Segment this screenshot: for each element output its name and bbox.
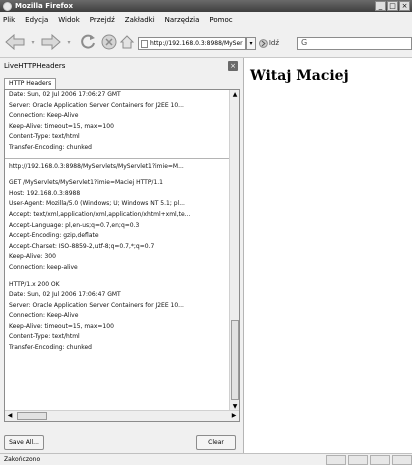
back-arrow-icon bbox=[5, 34, 25, 50]
sidebar-title: LiveHTTPHeaders bbox=[4, 62, 66, 70]
list-item: Date: Sun, 02 Jul 2006 17:06:27 GMT bbox=[9, 91, 121, 98]
list-item: Connection: Keep-Alive bbox=[9, 112, 79, 120]
status-indicators bbox=[326, 455, 412, 465]
menu-view[interactable]: Widok bbox=[58, 16, 80, 24]
list-item: Connection: keep-alive bbox=[9, 263, 78, 271]
forward-dropdown-icon[interactable]: ▾ bbox=[64, 33, 74, 51]
page-icon bbox=[141, 40, 148, 48]
menu-edit[interactable]: Edycja bbox=[25, 16, 48, 24]
list-item: Server: Oracle Application Server Contai… bbox=[9, 101, 184, 109]
request-url-row: http://192.168.0.3:8988/MyServlets/MySer… bbox=[9, 162, 184, 170]
reload-icon bbox=[81, 34, 95, 49]
maximize-button[interactable]: □ bbox=[387, 1, 398, 11]
status-indicator-icon bbox=[326, 455, 346, 465]
list-item: Accept-Language: pl,en-us;q=0.7,en;q=0.3 bbox=[9, 221, 140, 229]
list-item: Content-Type: text/html bbox=[9, 333, 80, 341]
headers-list[interactable]: Date: Sun, 02 Jul 2006 17:06:27 GMT Serv… bbox=[4, 89, 240, 422]
menu-tools[interactable]: Narzędzia bbox=[165, 16, 200, 24]
list-item: HTTP/1.x 200 OK bbox=[9, 280, 60, 288]
vertical-scrollbar[interactable]: ▲ ▼ bbox=[229, 90, 239, 412]
list-item: GET /MyServlets/MyServlet1?imie=Maciej H… bbox=[9, 179, 163, 187]
page-content: Witaj Maciej bbox=[245, 58, 412, 453]
tab-http-headers[interactable]: HTTP Headers bbox=[4, 78, 57, 89]
url-dropdown-button[interactable]: ▾ bbox=[246, 37, 256, 50]
stop-icon bbox=[101, 34, 117, 50]
menu-file[interactable]: Plik bbox=[3, 16, 15, 24]
firefox-icon bbox=[3, 1, 12, 11]
status-text: Zakończono bbox=[4, 456, 41, 463]
horizontal-scroll-thumb[interactable] bbox=[17, 412, 47, 420]
title-bar: Mozilla Firefox _ □ × bbox=[0, 0, 412, 12]
list-item: Transfer-Encoding: chunked bbox=[9, 143, 92, 151]
url-text: http://192.168.0.3:8988/MySer bbox=[150, 40, 243, 47]
forward-button[interactable] bbox=[40, 33, 62, 51]
go-label: Idź bbox=[268, 39, 279, 47]
menu-bookmarks[interactable]: Zakładki bbox=[125, 16, 155, 24]
search-input[interactable]: G bbox=[297, 37, 412, 50]
scroll-left-icon[interactable]: ◀ bbox=[5, 411, 15, 421]
minimize-button[interactable]: _ bbox=[375, 1, 386, 11]
list-item: Keep-Alive: timeout=15, max=100 bbox=[9, 322, 114, 330]
close-window-button[interactable]: × bbox=[399, 1, 410, 11]
list-item: Content-Type: text/html bbox=[9, 133, 80, 141]
go-button[interactable]: Idź bbox=[259, 36, 279, 50]
sidebar-header: LiveHTTPHeaders × bbox=[0, 58, 244, 74]
url-input[interactable]: http://192.168.0.3:8988/MySer bbox=[138, 37, 246, 50]
list-item: Accept-Charset: ISO-8859-2,utf-8;q=0.7,*… bbox=[9, 242, 155, 250]
list-item: Keep-Alive: timeout=15, max=100 bbox=[9, 122, 114, 130]
list-item: Connection: Keep-Alive bbox=[9, 312, 79, 320]
list-item: Keep-Alive: 300 bbox=[9, 253, 56, 261]
list-item: Transfer-Encoding: chunked bbox=[9, 344, 92, 352]
menu-bar: Plik Edycja Widok Przejdź Zakładki Narzę… bbox=[0, 12, 412, 27]
back-dropdown-icon[interactable]: ▾ bbox=[28, 33, 38, 51]
google-search-icon: G bbox=[301, 38, 308, 47]
status-indicator-icon bbox=[370, 455, 390, 465]
status-indicator-icon bbox=[348, 455, 368, 465]
forward-arrow-icon bbox=[41, 34, 61, 50]
sidebar-close-button[interactable]: × bbox=[228, 61, 238, 71]
scroll-up-icon[interactable]: ▲ bbox=[230, 90, 239, 100]
go-icon bbox=[259, 38, 268, 48]
headers-rows: Date: Sun, 02 Jul 2006 17:06:27 GMT Serv… bbox=[5, 90, 230, 354]
list-item: Accept: text/xml,application/xml,applica… bbox=[9, 210, 191, 218]
list-item: User-Agent: Mozilla/5.0 (Windows; U; Win… bbox=[9, 200, 185, 208]
status-indicator-icon bbox=[392, 455, 412, 465]
scroll-right-icon[interactable]: ▶ bbox=[229, 411, 239, 421]
list-item: Date: Sun, 02 Jul 2006 17:06:47 GMT bbox=[9, 291, 121, 299]
window-title: Mozilla Firefox bbox=[15, 2, 73, 10]
page-heading: Witaj Maciej bbox=[250, 68, 349, 84]
save-all-button[interactable]: Save All... bbox=[4, 435, 44, 450]
stop-button[interactable] bbox=[100, 33, 118, 51]
back-button[interactable] bbox=[4, 33, 26, 51]
window-controls: _ □ × bbox=[375, 1, 410, 11]
list-item: Accept-Encoding: gzip,deflate bbox=[9, 232, 99, 240]
clear-button[interactable]: Clear bbox=[196, 435, 236, 450]
sidebar-tabs: HTTP Headers bbox=[4, 76, 240, 89]
vertical-scroll-thumb[interactable] bbox=[231, 320, 239, 400]
menu-go[interactable]: Przejdź bbox=[90, 16, 115, 24]
horizontal-scrollbar[interactable]: ◀ ▶ bbox=[5, 410, 239, 421]
list-item: Host: 192.168.0.3:8988 bbox=[9, 189, 81, 197]
menu-help[interactable]: Pomoc bbox=[209, 16, 232, 24]
reload-button[interactable] bbox=[78, 33, 98, 51]
navigation-toolbar: ▾ ▾ http://192.168.0.3:8988/MySer ▾ Idź bbox=[0, 27, 412, 58]
home-icon bbox=[119, 35, 135, 49]
livehttpheaders-sidebar: LiveHTTPHeaders × HTTP Headers Date: Sun… bbox=[0, 58, 244, 453]
status-bar: Zakończono bbox=[0, 453, 412, 465]
list-item: Server: Oracle Application Server Contai… bbox=[9, 301, 184, 309]
home-button[interactable] bbox=[118, 33, 136, 51]
